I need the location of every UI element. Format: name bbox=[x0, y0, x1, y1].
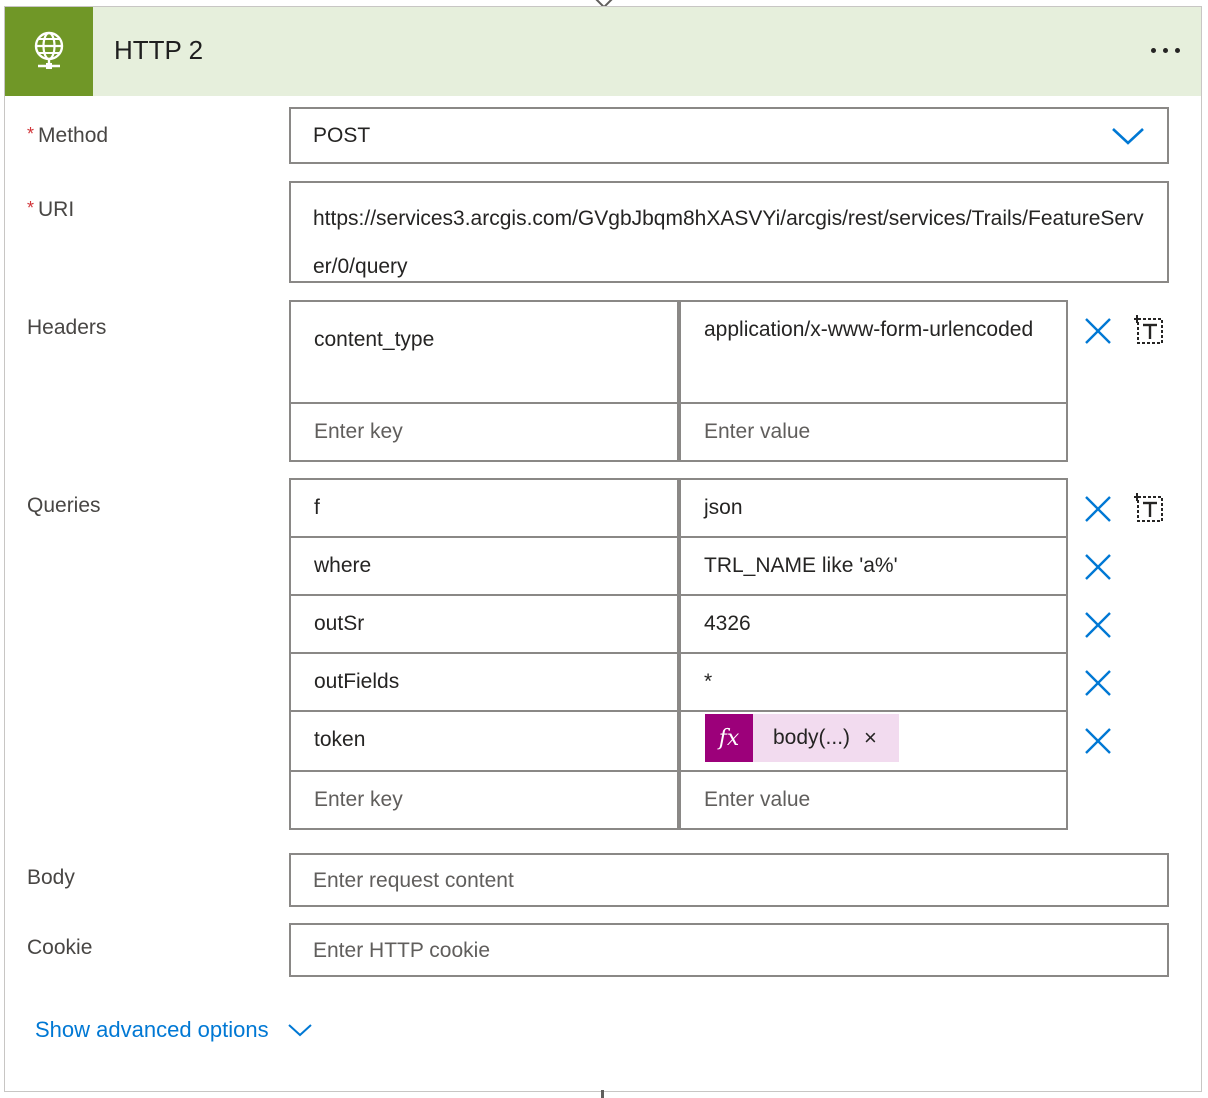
show-advanced-options-link[interactable]: Show advanced options bbox=[35, 1017, 313, 1043]
table-row: outSr 4326 bbox=[289, 594, 1068, 654]
action-icon-box bbox=[5, 7, 93, 96]
delete-query-icon[interactable] bbox=[1083, 668, 1113, 698]
query-key-input[interactable]: where bbox=[289, 536, 679, 596]
query-key-placeholder[interactable]: Enter key bbox=[289, 770, 679, 830]
table-row: outFields * bbox=[289, 652, 1068, 712]
table-row: content_type application/x-www-form-urle… bbox=[289, 300, 1068, 404]
query-value-input[interactable]: json bbox=[679, 478, 1068, 538]
query-key-input[interactable]: outSr bbox=[289, 594, 679, 654]
body-label: Body bbox=[27, 866, 75, 889]
card-header[interactable]: HTTP 2 bbox=[5, 7, 1201, 96]
method-label: * Method bbox=[27, 124, 109, 147]
query-value-input[interactable]: TRL_NAME like 'a%' bbox=[679, 536, 1068, 596]
query-value-input[interactable]: * bbox=[679, 652, 1068, 712]
header-key-placeholder[interactable]: Enter key bbox=[289, 402, 679, 462]
required-marker: * bbox=[27, 198, 35, 218]
switch-to-text-mode-icon[interactable] bbox=[1132, 491, 1166, 525]
cookie-placeholder: Enter HTTP cookie bbox=[313, 939, 491, 962]
query-value-placeholder[interactable]: Enter value bbox=[679, 770, 1068, 830]
chevron-down-icon bbox=[1112, 128, 1144, 145]
table-row: Enter key Enter value bbox=[289, 402, 1068, 462]
remove-token-icon[interactable]: × bbox=[858, 725, 899, 751]
queries-label: Queries bbox=[27, 494, 101, 517]
expression-token-chip[interactable]: fx body(...) × bbox=[705, 714, 899, 762]
query-key-input[interactable]: outFields bbox=[289, 652, 679, 712]
method-dropdown[interactable]: POST bbox=[289, 107, 1169, 164]
body-input[interactable]: Enter request content bbox=[289, 853, 1169, 907]
delete-header-icon[interactable] bbox=[1083, 316, 1113, 346]
delete-query-icon[interactable] bbox=[1083, 726, 1113, 756]
query-value-input[interactable]: fx body(...) × bbox=[679, 710, 1068, 772]
delete-query-icon[interactable] bbox=[1083, 610, 1113, 640]
more-options-icon bbox=[1150, 47, 1156, 53]
header-key-input[interactable]: content_type bbox=[289, 300, 679, 404]
uri-value: https://services3.arcgis.com/GVgbJbqm8hX… bbox=[313, 207, 1144, 278]
switch-to-text-mode-icon[interactable] bbox=[1132, 313, 1166, 347]
body-placeholder: Enter request content bbox=[313, 869, 514, 892]
more-options-button[interactable] bbox=[1141, 32, 1189, 68]
chevron-down-icon bbox=[287, 1024, 312, 1037]
card-title[interactable]: HTTP 2 bbox=[114, 35, 203, 66]
method-value: POST bbox=[313, 124, 371, 147]
uri-label: * URI bbox=[27, 198, 75, 221]
table-row: f json bbox=[289, 478, 1068, 538]
header-value-placeholder[interactable]: Enter value bbox=[679, 402, 1068, 462]
required-marker: * bbox=[27, 124, 35, 144]
header-value-input[interactable]: application/x-www-form-urlencoded bbox=[679, 300, 1068, 404]
query-key-input[interactable]: token bbox=[289, 710, 679, 772]
delete-query-icon[interactable] bbox=[1083, 494, 1113, 524]
flow-connector-bottom bbox=[601, 1090, 604, 1098]
cookie-label: Cookie bbox=[27, 936, 93, 959]
function-icon: fx bbox=[705, 714, 753, 762]
headers-label: Headers bbox=[27, 316, 107, 339]
cookie-input[interactable]: Enter HTTP cookie bbox=[289, 923, 1169, 977]
globe-icon bbox=[34, 31, 64, 69]
table-row: Enter key Enter value bbox=[289, 770, 1068, 830]
delete-query-icon[interactable] bbox=[1083, 552, 1113, 582]
table-row: where TRL_NAME like 'a%' bbox=[289, 536, 1068, 596]
uri-input[interactable]: https://services3.arcgis.com/GVgbJbqm8hX… bbox=[289, 181, 1169, 283]
expression-label: body(...) bbox=[773, 726, 851, 749]
query-value-input[interactable]: 4326 bbox=[679, 594, 1068, 654]
table-row: token fx body(...) × bbox=[289, 710, 1068, 772]
query-key-input[interactable]: f bbox=[289, 478, 679, 538]
